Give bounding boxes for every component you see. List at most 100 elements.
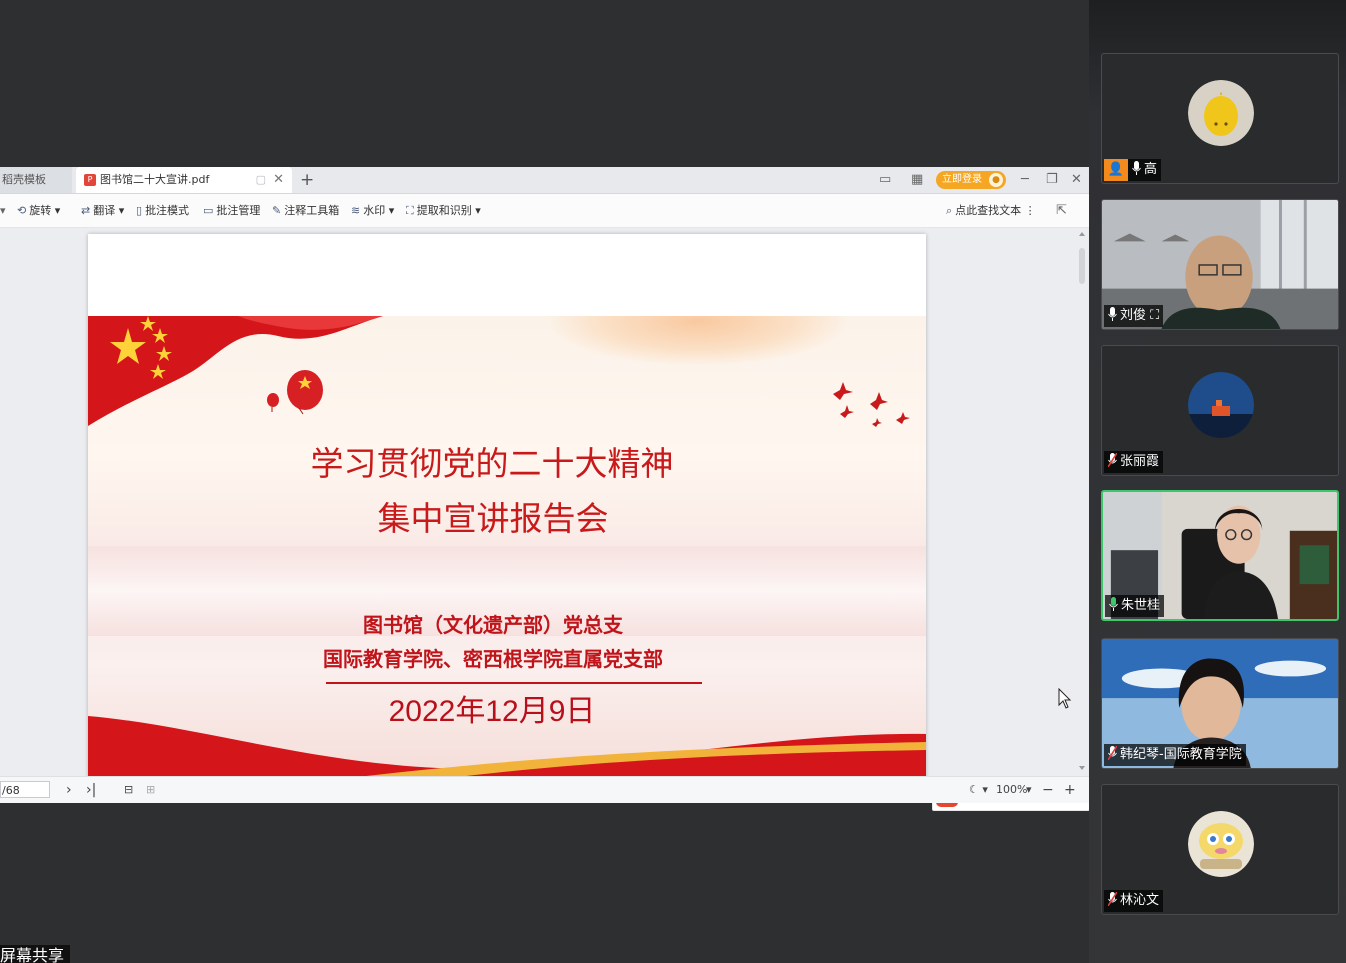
reading-layout-icon[interactable]: ▭ bbox=[879, 167, 891, 193]
mic-muted-icon bbox=[1108, 892, 1117, 906]
participant-tile[interactable]: 张丽霞 bbox=[1101, 345, 1339, 476]
rotate-button[interactable]: ⟲ 旋转 ▾ bbox=[17, 194, 60, 227]
participants-panel: 👤 高 刘俊 ⛶ 张丽霞 朱世桂 韩纪琴-国际教育学院 林沁文 bbox=[1089, 0, 1346, 963]
tab-active-label: 图书馆二十大宣讲.pdf bbox=[100, 173, 210, 186]
slide-subtitle-line1: 图书馆（文化遗产部）党总支 bbox=[363, 613, 623, 637]
participant-name-tag: 林沁文 bbox=[1104, 890, 1164, 912]
extract-icon: ⛶ bbox=[406, 204, 414, 217]
slide-subtitle-line2: 国际教育学院、密西根学院直属党支部 bbox=[323, 647, 663, 671]
screen-share-label: 屏幕共享 bbox=[0, 945, 71, 963]
red-ribbon-decoration bbox=[88, 716, 926, 782]
participant-tile-active-speaker[interactable]: 朱世桂 bbox=[1101, 490, 1339, 621]
rotate-label: 旋转 bbox=[29, 204, 52, 217]
login-button[interactable]: 立即登录 ● bbox=[936, 171, 1006, 189]
next-page-icon[interactable]: › bbox=[66, 777, 72, 803]
rotate-icon: ⟲ bbox=[17, 204, 27, 217]
lemon-avatar bbox=[1188, 80, 1254, 146]
toolbar-dropdown-icon[interactable]: ▾ bbox=[0, 194, 6, 227]
participant-tile[interactable]: 刘俊 ⛶ bbox=[1101, 199, 1339, 330]
participant-tile[interactable]: 韩纪琴-国际教育学院 bbox=[1101, 638, 1339, 769]
minimize-icon[interactable]: ─ bbox=[1021, 167, 1029, 193]
cartoon-avatar bbox=[1188, 811, 1254, 877]
comment-icon: ▭ bbox=[203, 204, 214, 217]
login-label: 立即登录 bbox=[942, 174, 982, 185]
translate-button[interactable]: ⇄ 翻译 ▾ bbox=[81, 194, 124, 227]
zoom-dropdown-icon[interactable]: ▾ bbox=[1026, 777, 1032, 803]
find-text-label: 点此查找文本 bbox=[955, 204, 1022, 217]
toolbar: ▾ ⟲ 旋转 ▾ ⇄ 翻译 ▾ ▯ 批注模式 ▭ 批注管理 ✎ 注释工具箱 ≋ 水印 ▾ ⛶… bbox=[0, 194, 1089, 228]
document-viewport[interactable]: 学习贯彻党的二十大精神 集中宣讲报告会 图书馆（文化遗产部）党总支 国际教育学院… bbox=[0, 228, 1090, 811]
last-page-icon[interactable]: ›| bbox=[86, 777, 96, 803]
search-icon: ⌕ bbox=[946, 204, 953, 217]
subtitle-divider bbox=[326, 682, 702, 684]
night-scene-avatar bbox=[1188, 372, 1254, 438]
host-badge-icon: 👤 bbox=[1104, 159, 1128, 181]
mic-speaking-icon bbox=[1109, 597, 1118, 611]
extract-button[interactable]: ⛶ 提取和识别 ▾ bbox=[406, 194, 481, 227]
user-avatar-icon: ● bbox=[989, 173, 1003, 187]
extract-label: 提取和识别 bbox=[416, 204, 472, 217]
exit-fullscreen-icon[interactable]: ⇱ bbox=[1056, 194, 1067, 227]
tab-template[interactable]: 稻壳模板 bbox=[0, 167, 72, 193]
participant-name-tag: 韩纪琴-国际教育学院 bbox=[1104, 744, 1246, 766]
participant-name-tag: 👤 高 bbox=[1104, 159, 1162, 181]
participant-name-tag: 朱世桂 bbox=[1105, 595, 1165, 617]
tab-active-pdf[interactable]: P 图书馆二十大宣讲.pdf ▢ ✕ bbox=[76, 167, 292, 193]
translate-icon: ⇄ bbox=[81, 204, 91, 217]
mic-muted-icon bbox=[1108, 746, 1117, 760]
tab-comment-icon[interactable]: ▢ bbox=[256, 167, 266, 193]
close-window-icon[interactable]: ✕ bbox=[1071, 167, 1082, 193]
participant-name: 高 bbox=[1144, 162, 1158, 177]
annotate-manage-button[interactable]: ▭ 批注管理 bbox=[203, 194, 260, 227]
tab-bar: 稻壳模板 P 图书馆二十大宣讲.pdf ▢ ✕ + ▭ ▦ 立即登录 ● ─ ❐… bbox=[0, 167, 1089, 194]
translate-label: 翻译 bbox=[93, 204, 116, 217]
vertical-scrollbar[interactable] bbox=[1077, 228, 1087, 776]
page-number-input[interactable]: /68 bbox=[0, 781, 50, 798]
watermark-button[interactable]: ≋ 水印 ▾ bbox=[351, 194, 394, 227]
participant-name: 刘俊 bbox=[1120, 308, 1147, 323]
participant-name: 韩纪琴-国际教育学院 bbox=[1120, 747, 1242, 762]
sun-glow-decoration bbox=[548, 316, 848, 366]
night-mode-icon[interactable]: ☾ ▾ bbox=[969, 777, 988, 803]
pdf-file-icon: P bbox=[84, 174, 96, 186]
grid-view-icon[interactable]: ▦ bbox=[911, 167, 923, 193]
participant-name-tag: 刘俊 ⛶ bbox=[1104, 305, 1164, 327]
annotate-tools-icon: ✎ bbox=[272, 204, 282, 217]
screen-share-area: 稻壳模板 P 图书馆二十大宣讲.pdf ▢ ✕ + ▭ ▦ 立即登录 ● ─ ❐… bbox=[0, 0, 1090, 963]
fit-page-icon[interactable]: ⊞ bbox=[146, 777, 155, 803]
zoom-out-icon[interactable]: − bbox=[1042, 777, 1054, 803]
participant-name: 朱世桂 bbox=[1121, 598, 1161, 613]
zoom-in-icon[interactable]: + bbox=[1064, 777, 1076, 803]
find-text-button[interactable]: ⌕ 点此查找文本 ⋮ bbox=[946, 194, 1036, 227]
camera-focus-icon: ⛶ bbox=[1150, 308, 1160, 323]
annotate-mode-icon: ▯ bbox=[136, 204, 143, 217]
annotate-mode-label: 批注模式 bbox=[145, 204, 190, 217]
participant-name: 林沁文 bbox=[1120, 893, 1160, 908]
participant-tile[interactable]: 林沁文 bbox=[1101, 784, 1339, 915]
tab-close-icon[interactable]: ✕ bbox=[273, 167, 284, 193]
red-flag-decoration bbox=[88, 316, 383, 426]
slide-title-line2: 集中宣讲报告会 bbox=[377, 499, 609, 538]
hot-air-balloon-decoration bbox=[267, 370, 323, 415]
zoom-level[interactable]: 100% bbox=[996, 777, 1027, 803]
status-bar: /68 › ›| ⊟ ⊞ ☾ ▾ 100% ▾ − + bbox=[0, 776, 1089, 803]
slide-image: 学习贯彻党的二十大精神 集中宣讲报告会 图书馆（文化遗产部）党总支 国际教育学院… bbox=[88, 316, 926, 782]
birds-decoration bbox=[833, 382, 910, 427]
new-tab-plus-icon[interactable]: + bbox=[300, 167, 314, 193]
annotate-mode-button[interactable]: ▯ 批注模式 bbox=[136, 194, 189, 227]
watermark-label: 水印 bbox=[363, 204, 386, 217]
participant-name-tag: 张丽霞 bbox=[1104, 451, 1164, 473]
mic-muted-icon bbox=[1108, 453, 1117, 467]
annotate-tools-label: 注释工具箱 bbox=[284, 204, 340, 217]
participant-name: 张丽霞 bbox=[1120, 454, 1160, 469]
watermark-icon: ≋ bbox=[351, 204, 361, 217]
mic-icon bbox=[1132, 161, 1141, 175]
restore-icon[interactable]: ❐ bbox=[1046, 167, 1058, 193]
participant-tile[interactable]: 👤 高 bbox=[1101, 53, 1339, 184]
mouse-cursor-icon bbox=[1058, 688, 1072, 709]
mic-icon bbox=[1108, 307, 1117, 321]
annotate-manage-label: 批注管理 bbox=[216, 204, 261, 217]
pdf-page: 学习贯彻党的二十大精神 集中宣讲报告会 图书馆（文化遗产部）党总支 国际教育学院… bbox=[88, 234, 926, 782]
annotate-tools-button[interactable]: ✎ 注释工具箱 bbox=[272, 194, 339, 227]
fit-width-icon[interactable]: ⊟ bbox=[124, 777, 133, 803]
